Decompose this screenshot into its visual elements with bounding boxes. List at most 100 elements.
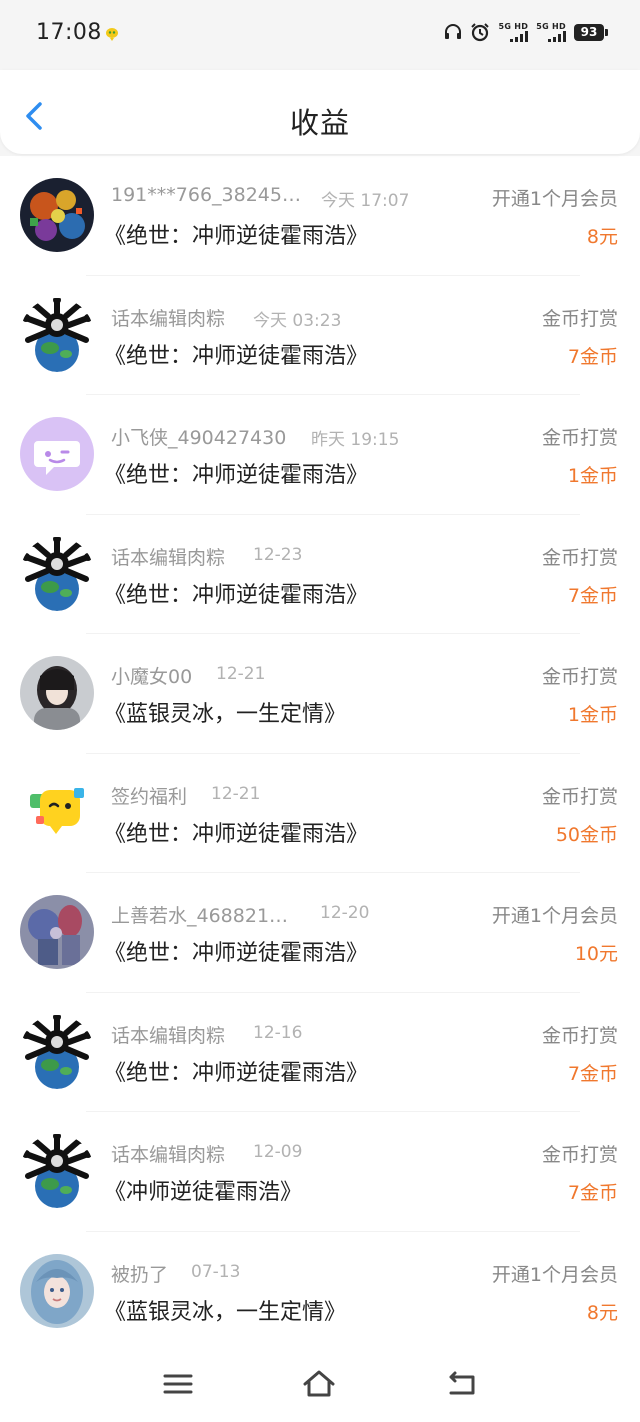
book-title: 《绝世：冲师逆徒霍雨浩》 xyxy=(104,343,369,369)
user-name: 签约福利 xyxy=(111,785,188,808)
list-item[interactable]: 签约福利 12-21 《绝世：冲师逆徒霍雨浩》 金币打赏 50金币 xyxy=(0,754,640,873)
list-item[interactable]: 小飞侠_490427430 昨天 19:15 《绝世：冲师逆徒霍雨浩》 金币打赏 1金币 xyxy=(0,395,640,515)
timestamp: 12-16 xyxy=(253,1022,303,1043)
meta-line: 上善若水_468821… 12-20 xyxy=(111,901,471,929)
book-title: 《绝世：冲师逆徒霍雨浩》 xyxy=(104,582,369,608)
earning-amount: 10元 xyxy=(574,943,618,965)
list-item[interactable]: 191***766_38245… 今天 17:07 《绝世：冲师逆徒霍雨浩》 开通1个… xyxy=(0,156,640,276)
earning-type: 金币打赏 xyxy=(541,1144,618,1166)
book-title: 《蓝银灵冰，一生定情》 xyxy=(104,702,347,727)
meta-line: 签约福利 12-21 xyxy=(111,782,471,810)
meta-line: 话本编辑肉粽 12-09 xyxy=(111,1140,471,1168)
user-name: 话本编辑肉粽 xyxy=(111,546,226,569)
home-icon[interactable] xyxy=(302,1367,336,1401)
avatar[interactable] xyxy=(20,536,94,611)
timestamp: 12-21 xyxy=(216,664,266,684)
earning-type: 开通1个月会员 xyxy=(491,188,618,210)
earning-amount: 7金币 xyxy=(567,345,618,368)
avatar[interactable] xyxy=(20,656,94,730)
book-title: 《冲师逆徒霍雨浩》 xyxy=(104,1180,303,1205)
signal-2: 5G HD xyxy=(536,22,566,42)
book-title: 《蓝银灵冰，一生定情》 xyxy=(104,1299,347,1325)
timestamp: 12-09 xyxy=(253,1142,303,1162)
earning-type: 金币打赏 xyxy=(541,785,618,808)
alarm-icon xyxy=(471,23,490,42)
timestamp: 今天 03:23 xyxy=(253,310,342,331)
user-name: 被扔了 xyxy=(111,1263,169,1286)
timestamp: 12-20 xyxy=(320,903,370,923)
timestamp: 12-23 xyxy=(253,544,303,565)
earnings-list: 191***766_38245… 今天 17:07 《绝世：冲师逆徒霍雨浩》 开通1个… xyxy=(0,156,640,1351)
menu-icon[interactable] xyxy=(161,1367,195,1401)
app-notify-icon xyxy=(106,28,118,41)
book-title: 《绝世：冲师逆徒霍雨浩》 xyxy=(104,941,369,966)
user-name: 小魔女00 xyxy=(111,666,193,688)
meta-line: 小魔女00 12-21 xyxy=(111,662,471,690)
avatar[interactable] xyxy=(20,1134,94,1208)
meta-line: 话本编辑肉粽 12-23 xyxy=(111,543,471,571)
earning-type: 金币打赏 xyxy=(541,427,618,449)
user-name: 小飞侠_490427430 xyxy=(111,427,287,449)
timestamp: 12-21 xyxy=(211,783,261,804)
meta-line: 191***766_38245… 今天 17:07 xyxy=(111,184,471,212)
earning-type: 金币打赏 xyxy=(541,307,618,330)
list-item[interactable]: 上善若水_468821… 12-20 《绝世：冲师逆徒霍雨浩》 开通1个月会员 10元 xyxy=(0,873,640,993)
earning-amount: 7金币 xyxy=(567,584,618,607)
meta-line: 小飞侠_490427430 昨天 19:15 xyxy=(111,423,471,451)
earning-amount: 7金币 xyxy=(567,1062,618,1085)
user-name: 话本编辑肉粽 xyxy=(111,1144,226,1166)
status-icons: 5G HD 5G HD 93 xyxy=(444,22,608,42)
signal-2-label: 5G HD xyxy=(536,22,566,31)
earning-type: 金币打赏 xyxy=(541,1024,618,1047)
earning-amount: 7金币 xyxy=(567,1182,618,1204)
earning-type: 金币打赏 xyxy=(541,666,618,688)
meta-line: 被扔了 07-13 xyxy=(111,1260,471,1288)
back-icon[interactable] xyxy=(445,1367,479,1401)
signal-bars-icon xyxy=(510,31,529,42)
avatar[interactable] xyxy=(20,178,94,252)
avatar[interactable] xyxy=(20,1014,94,1089)
page-title: 收益 xyxy=(289,106,350,140)
user-name: 上善若水_468821… xyxy=(111,905,289,927)
header: 收益 xyxy=(0,70,640,156)
earning-amount: 8元 xyxy=(586,226,618,248)
header-bar: 收益 xyxy=(0,70,640,154)
book-title: 《绝世：冲师逆徒霍雨浩》 xyxy=(104,224,369,249)
signal-1: 5G HD xyxy=(498,22,529,42)
avatar[interactable] xyxy=(20,297,94,372)
earning-type: 开通1个月会员 xyxy=(491,905,618,927)
earning-amount: 1金币 xyxy=(567,704,618,726)
list-item[interactable]: 小魔女00 12-21 《蓝银灵冰，一生定情》 金币打赏 1金币 xyxy=(0,634,640,754)
signal-bars-icon xyxy=(548,31,566,42)
signal-1-label: 5G HD xyxy=(498,22,529,31)
status-time: 17:08 xyxy=(36,20,102,45)
avatar[interactable] xyxy=(20,417,94,491)
user-name: 191***766_38245… xyxy=(111,184,301,206)
earning-type: 开通1个月会员 xyxy=(491,1263,618,1286)
timestamp: 07-13 xyxy=(191,1261,241,1282)
timestamp: 今天 17:07 xyxy=(321,191,410,211)
earning-type: 金币打赏 xyxy=(541,546,618,569)
earning-amount: 50金币 xyxy=(555,823,618,846)
avatar[interactable] xyxy=(20,775,94,850)
battery-indicator: 93 xyxy=(574,23,608,41)
list-item[interactable]: 被扔了 07-13 《蓝银灵冰，一生定情》 开通1个月会员 8元 xyxy=(0,1232,640,1352)
timestamp: 昨天 19:15 xyxy=(311,430,400,450)
avatar[interactable] xyxy=(20,895,94,969)
book-title: 《绝世：冲师逆徒霍雨浩》 xyxy=(104,463,369,488)
book-title: 《绝世：冲师逆徒霍雨浩》 xyxy=(104,1060,369,1086)
earning-amount: 8元 xyxy=(586,1301,618,1324)
headphones-icon xyxy=(445,24,462,39)
meta-line: 话本编辑肉粽 12-16 xyxy=(111,1021,471,1049)
list-item[interactable]: 话本编辑肉粽 12-16 《绝世：冲师逆徒霍雨浩》 金币打赏 7金币 xyxy=(0,993,640,1112)
earning-amount: 1金币 xyxy=(567,465,618,487)
status-bar: 17:08 5G HD 5G HD 93 xyxy=(0,0,640,70)
avatar[interactable] xyxy=(20,1253,94,1328)
user-name: 话本编辑肉粽 xyxy=(111,1024,226,1047)
meta-line: 话本编辑肉粽 今天 03:23 xyxy=(111,304,471,332)
list-item[interactable]: 话本编辑肉粽 今天 03:23 《绝世：冲师逆徒霍雨浩》 金币打赏 7金币 xyxy=(0,276,640,395)
user-name: 话本编辑肉粽 xyxy=(111,307,226,330)
list-item[interactable]: 话本编辑肉粽 12-23 《绝世：冲师逆徒霍雨浩》 金币打赏 7金币 xyxy=(0,515,640,634)
list-item[interactable]: 话本编辑肉粽 12-09 《冲师逆徒霍雨浩》 金币打赏 7金币 xyxy=(0,1112,640,1232)
system-nav-bar xyxy=(0,1345,640,1422)
